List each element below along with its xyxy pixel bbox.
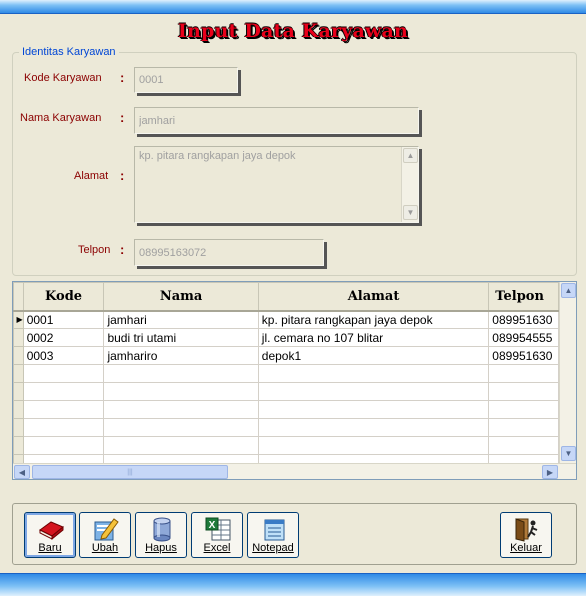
row-indicator (13, 328, 24, 347)
cell-telpon[interactable]: 089951630 (488, 346, 559, 365)
telpon-field[interactable] (134, 239, 324, 266)
alamat-scrollbar[interactable]: ▲ ▼ (401, 147, 418, 222)
empty-row (13, 436, 559, 455)
kode-colon: : (120, 70, 125, 85)
empty-row (13, 364, 559, 383)
nama-label: Nama Karyawan (20, 112, 102, 124)
column-header-alamat[interactable]: Alamat (257, 282, 490, 312)
grid-horizontal-scrollbar[interactable]: ◀ ||| ▶ (13, 463, 576, 479)
excel-button-label: Excel (203, 542, 231, 554)
column-header-telpon[interactable]: Telpon (488, 282, 559, 312)
cell-alamat[interactable]: kp. pitara rangkapan jaya depok (257, 310, 490, 329)
alamat-field[interactable]: kp. pitara rangkapan jaya depok (134, 146, 419, 223)
cell-alamat[interactable]: depok1 (257, 346, 490, 365)
scroll-down-icon[interactable]: ▼ (403, 205, 418, 220)
grid-vertical-scrollbar[interactable]: ▲ ▼ (559, 282, 576, 463)
karyawan-grid[interactable]: Kode Nama Alamat Telpon ▶ 0001 jamhari k… (12, 281, 577, 480)
indicator-header (13, 282, 24, 312)
empty-row (13, 418, 559, 437)
table-row[interactable]: ▶ 0001 jamhari kp. pitara rangkapan jaya… (13, 310, 559, 329)
grid-scroll-up-icon[interactable]: ▲ (561, 283, 576, 298)
baru-button-label: Baru (38, 542, 62, 554)
ubah-button-label: Ubah (91, 542, 119, 554)
top-accent-bar (0, 0, 586, 14)
row-indicator (13, 346, 24, 365)
cell-kode[interactable]: 0001 (22, 310, 105, 329)
keluar-button-label: Keluar (510, 542, 542, 554)
alamat-label: Alamat (74, 170, 109, 182)
grid-scroll-right-icon[interactable]: ▶ (542, 465, 558, 479)
column-header-kode[interactable]: Kode (22, 282, 105, 312)
kode-label: Kode Karyawan (24, 72, 102, 84)
nama-colon: : (120, 110, 125, 125)
current-row-indicator-icon: ▶ (13, 310, 24, 329)
grid-table: Kode Nama Alamat Telpon ▶ 0001 jamhari k… (13, 282, 559, 463)
scroll-up-icon[interactable]: ▲ (403, 148, 418, 163)
action-toolbar: Baru Ubah Hapus X Excel Notepad Keluar (12, 503, 577, 565)
notepad-button[interactable]: Notepad (247, 512, 299, 558)
hapus-button-label: Hapus (145, 542, 177, 554)
table-row[interactable]: 0003 jamhariro depok1 089951630 (13, 346, 559, 365)
cell-telpon[interactable]: 089954555 (488, 328, 559, 347)
excel-icon: X (205, 517, 231, 541)
nama-karyawan-field[interactable] (134, 107, 419, 134)
baru-button[interactable]: Baru (24, 512, 76, 558)
grid-scroll-left-icon[interactable]: ◀ (14, 465, 30, 479)
cell-nama[interactable]: jamhariro (103, 346, 259, 365)
cell-telpon[interactable]: 089951630 (488, 310, 559, 329)
keluar-button[interactable]: Keluar (500, 512, 552, 558)
cylinder-icon (153, 517, 171, 542)
excel-button[interactable]: X Excel (191, 512, 243, 558)
column-header-nama[interactable]: Nama (103, 282, 259, 312)
cell-nama[interactable]: budi tri utami (103, 328, 259, 347)
svg-text:X: X (209, 520, 216, 531)
empty-row (13, 382, 559, 401)
hapus-button[interactable]: Hapus (135, 512, 187, 558)
alamat-colon: : (120, 168, 125, 183)
cell-alamat[interactable]: jl. cemara no 107 blitar (257, 328, 490, 347)
notepad-icon (264, 519, 285, 541)
grid-header-row: Kode Nama Alamat Telpon (13, 282, 559, 312)
telpon-label: Telpon (78, 244, 111, 256)
book-icon (39, 521, 64, 541)
cell-nama[interactable]: jamhari (103, 310, 259, 329)
telpon-colon: : (120, 242, 125, 257)
cell-kode[interactable]: 0003 (22, 346, 105, 365)
kode-karyawan-field[interactable] (134, 67, 238, 93)
group-legend: Identitas Karyawan (22, 46, 116, 58)
cell-kode[interactable]: 0002 (22, 328, 105, 347)
exit-door-icon (515, 518, 538, 542)
grid-scroll-thumb[interactable]: ||| (32, 465, 228, 479)
empty-row (13, 400, 559, 419)
notepad-button-label: Notepad (252, 542, 294, 554)
form-title: Input Data Karyawan (177, 20, 409, 42)
bottom-accent-bar (0, 573, 586, 596)
edit-pencil-icon (94, 518, 119, 541)
empty-row (13, 454, 559, 463)
grid-scroll-down-icon[interactable]: ▼ (561, 446, 576, 461)
ubah-button[interactable]: Ubah (79, 512, 131, 558)
table-row[interactable]: 0002 budi tri utami jl. cemara no 107 bl… (13, 328, 559, 347)
